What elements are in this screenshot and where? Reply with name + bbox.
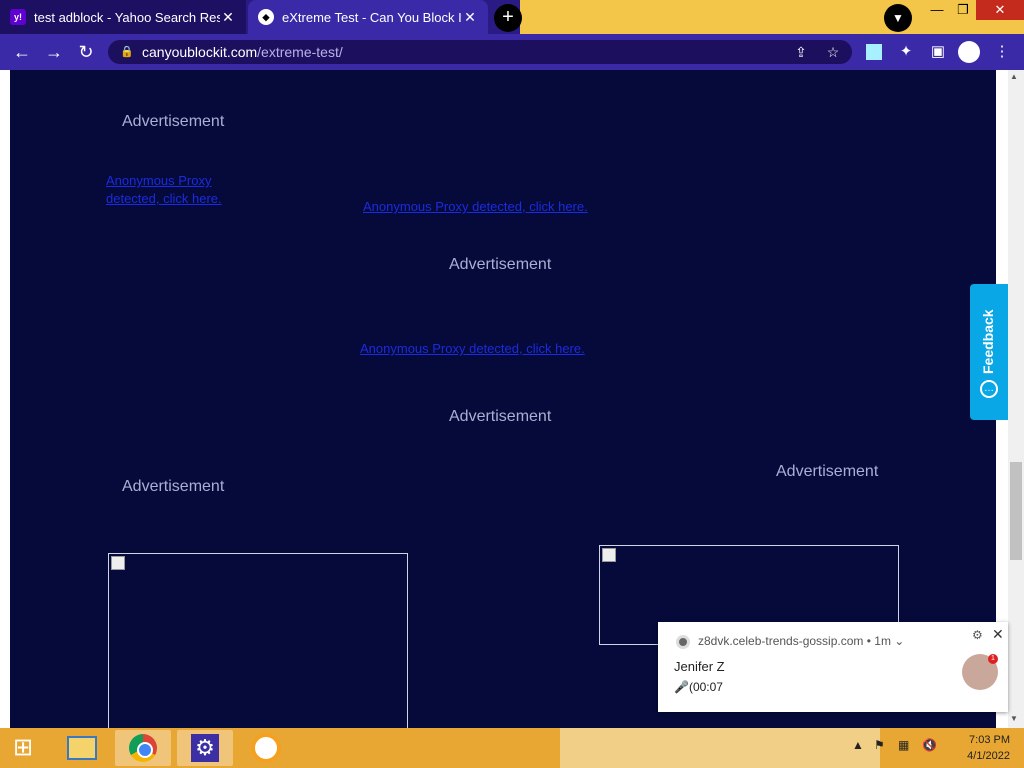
reload-icon[interactable]: ↻	[74, 40, 98, 64]
proxy-link[interactable]: Anonymous Proxy detected, click here.	[363, 199, 588, 214]
shield-icon: ◆	[258, 9, 274, 25]
advertisement-label: Advertisement	[122, 478, 225, 495]
new-tab-button[interactable]: +	[494, 4, 522, 32]
tab-search-button[interactable]: ▼	[884, 4, 912, 32]
scrollbar-thumb[interactable]	[1010, 462, 1022, 560]
broken-image-icon	[111, 556, 125, 570]
close-icon[interactable]: ✕	[220, 9, 236, 26]
puzzle-icon[interactable]: ✦	[896, 42, 916, 62]
chrome-icon	[129, 734, 157, 762]
chrome-taskbar-button[interactable]	[115, 730, 171, 766]
menu-kebab-icon[interactable]: ⋮	[992, 42, 1012, 62]
advertisement-label: Advertisement	[449, 256, 552, 273]
gear-icon: ⚙	[191, 734, 219, 762]
settings-taskbar-button[interactable]: ⚙	[177, 730, 233, 766]
folder-icon	[67, 736, 97, 760]
lock-icon[interactable]: 🔒	[120, 45, 134, 58]
close-icon[interactable]: ✕	[462, 9, 478, 26]
share-icon[interactable]: ⇪	[792, 43, 810, 61]
show-hidden-icons-icon[interactable]: ▲	[852, 738, 864, 752]
flag-icon[interactable]: ⚑	[874, 738, 885, 752]
back-arrow-icon[interactable]: ←	[10, 40, 34, 64]
yahoo-icon: y!	[10, 9, 26, 25]
proxy-link[interactable]: Anonymous Proxy detected, click here.	[106, 172, 236, 208]
scroll-down-icon[interactable]: ▼	[1010, 714, 1018, 723]
feedback-button[interactable]: Feedback …	[970, 284, 1008, 420]
gear-icon[interactable]: ⚙	[972, 628, 983, 642]
url-text[interactable]: canyoublockit.com/extreme-test/	[142, 44, 343, 60]
broken-image-icon	[602, 548, 616, 562]
push-notification[interactable]: z8dvk.celeb-trends-gossip.com • 1m ⌄ ⚙ ✕…	[658, 622, 1008, 712]
notification-badge: 1	[988, 654, 998, 664]
taskbar-highlight	[560, 728, 880, 768]
clock[interactable]: 7:03 PM 4/1/2022	[950, 732, 1010, 764]
tab-title: test adblock - Yahoo Search Resu	[34, 9, 220, 25]
notification-domain: z8dvk.celeb-trends-gossip.com	[698, 634, 864, 648]
profile-avatar[interactable]	[958, 41, 980, 63]
advertisement-label: Advertisement	[776, 463, 879, 480]
app-taskbar-button[interactable]	[238, 730, 294, 766]
close-icon[interactable]: ✕	[992, 626, 1004, 643]
feedback-label: Feedback	[980, 309, 996, 374]
chat-icon: …	[980, 380, 998, 398]
restore-button[interactable]: ❐	[948, 0, 978, 20]
tab-extreme-test[interactable]: ◆ eXtreme Test - Can You Block It ? ✕	[248, 0, 488, 34]
close-window-button[interactable]: ✕	[976, 0, 1024, 20]
star-icon[interactable]: ☆	[824, 43, 842, 61]
notification-age: 1m	[874, 634, 891, 648]
notification-source: z8dvk.celeb-trends-gossip.com • 1m ⌄	[698, 634, 905, 648]
side-panel-icon[interactable]: ▣	[928, 42, 948, 62]
advertisement-label: Advertisement	[122, 113, 225, 130]
lock-app-icon	[251, 733, 281, 763]
url-domain: canyoublockit.com	[142, 44, 258, 60]
clock-date: 4/1/2022	[967, 750, 1010, 762]
volume-muted-icon[interactable]: 🔇	[922, 738, 937, 752]
network-icon[interactable]: ▦	[898, 738, 909, 752]
notification-body: 🎤(00:07	[674, 680, 723, 694]
extension-icon[interactable]	[866, 44, 882, 60]
chrome-icon	[676, 635, 690, 649]
proxy-link[interactable]: Anonymous Proxy detected, click here.	[360, 341, 585, 356]
advertisement-label: Advertisement	[449, 408, 552, 425]
scroll-up-icon[interactable]: ▲	[1010, 72, 1018, 81]
file-explorer-button[interactable]	[54, 730, 110, 766]
ad-image-placeholder[interactable]	[108, 553, 408, 733]
url-path: /extreme-test/	[257, 44, 343, 60]
tab-title: eXtreme Test - Can You Block It ?	[282, 9, 462, 25]
scrollbar[interactable]	[1008, 70, 1024, 728]
forward-arrow-icon[interactable]: →	[42, 40, 66, 64]
tab-yahoo-search[interactable]: y! test adblock - Yahoo Search Resu ✕	[0, 0, 246, 34]
notification-title: Jenifer Z	[674, 659, 725, 674]
windows-start-icon[interactable]: ⊞	[8, 734, 38, 762]
clock-time: 7:03 PM	[969, 734, 1010, 746]
